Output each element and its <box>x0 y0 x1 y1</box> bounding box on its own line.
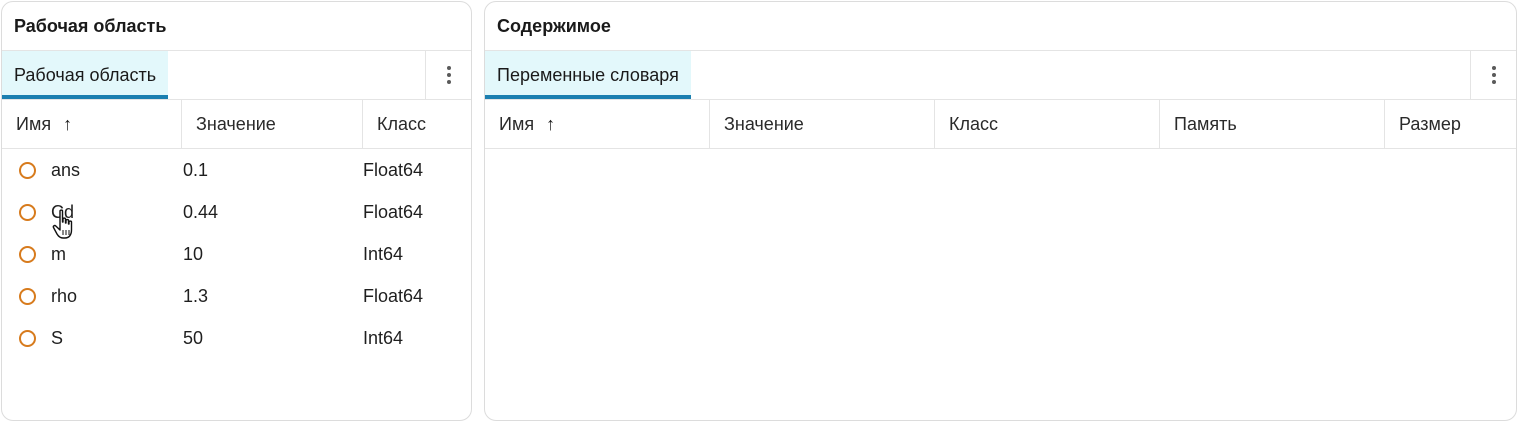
column-header-memory[interactable]: Память <box>1160 100 1385 148</box>
contents-tabbar: Переменные словаря <box>485 51 1516 100</box>
variable-value: 10 <box>183 243 204 264</box>
contents-panel-title: Содержимое <box>485 2 1516 51</box>
kebab-menu-icon <box>446 66 451 84</box>
tab-workspace-label: Рабочая область <box>14 64 157 85</box>
variable-circle-icon <box>19 161 36 179</box>
variable-circle-icon <box>19 245 36 263</box>
variable-name: ans <box>51 159 81 180</box>
variable-circle-icon <box>19 287 36 305</box>
variable-value: 50 <box>183 327 204 348</box>
table-row[interactable]: m 10 Int64 <box>2 233 471 275</box>
variable-name: S <box>51 327 64 348</box>
variable-name: m <box>51 243 66 264</box>
variable-value: 1.3 <box>183 285 209 306</box>
tab-dictionary-variables-label: Переменные словаря <box>497 64 679 85</box>
contents-table-header: Имя ↑ Значение Класс Память Размер <box>485 100 1516 149</box>
column-header-value[interactable]: Значение <box>182 100 363 148</box>
variable-class: Int64 <box>363 327 404 348</box>
column-header-class[interactable]: Класс <box>363 100 471 148</box>
column-header-name[interactable]: Имя ↑ <box>485 100 710 148</box>
workspace-panel-title: Рабочая область <box>2 2 471 51</box>
tab-dictionary-variables[interactable]: Переменные словаря <box>485 51 691 99</box>
sort-ascending-icon: ↑ <box>63 113 73 134</box>
workspace-more-button[interactable] <box>425 51 471 99</box>
workspace-tabbar: Рабочая область <box>2 51 471 100</box>
workspace-table-body: ans 0.1 Float64 Cd 0.44 Float64 m 10 Int… <box>2 149 471 359</box>
workspace-table-header: Имя ↑ Значение Класс <box>2 100 471 149</box>
variable-value: 0.1 <box>183 159 209 180</box>
variable-class: Float64 <box>363 285 424 306</box>
table-row[interactable]: rho 1.3 Float64 <box>2 275 471 317</box>
column-header-name[interactable]: Имя ↑ <box>2 100 182 148</box>
variable-name: rho <box>51 285 78 306</box>
contents-more-button[interactable] <box>1470 51 1516 99</box>
variable-value: 0.44 <box>183 201 219 222</box>
column-header-class[interactable]: Класс <box>935 100 1160 148</box>
variable-class: Int64 <box>363 243 404 264</box>
workspace-panel: Рабочая область Рабочая область Имя ↑ Зн… <box>1 1 472 421</box>
variable-class: Float64 <box>363 159 424 180</box>
table-row[interactable]: S 50 Int64 <box>2 317 471 359</box>
table-row[interactable]: ans 0.1 Float64 <box>2 149 471 191</box>
variable-class: Float64 <box>363 201 424 222</box>
sort-ascending-icon: ↑ <box>546 113 556 134</box>
variable-name: Cd <box>51 201 75 222</box>
contents-panel: Содержимое Переменные словаря Имя ↑ Знач… <box>484 1 1517 421</box>
column-header-size[interactable]: Размер <box>1385 100 1516 148</box>
table-row[interactable]: Cd 0.44 Float64 <box>2 191 471 233</box>
variable-circle-icon <box>19 329 36 347</box>
kebab-menu-icon <box>1491 66 1496 84</box>
tab-workspace[interactable]: Рабочая область <box>2 51 169 99</box>
column-header-value[interactable]: Значение <box>710 100 935 148</box>
variable-circle-icon <box>19 203 36 221</box>
